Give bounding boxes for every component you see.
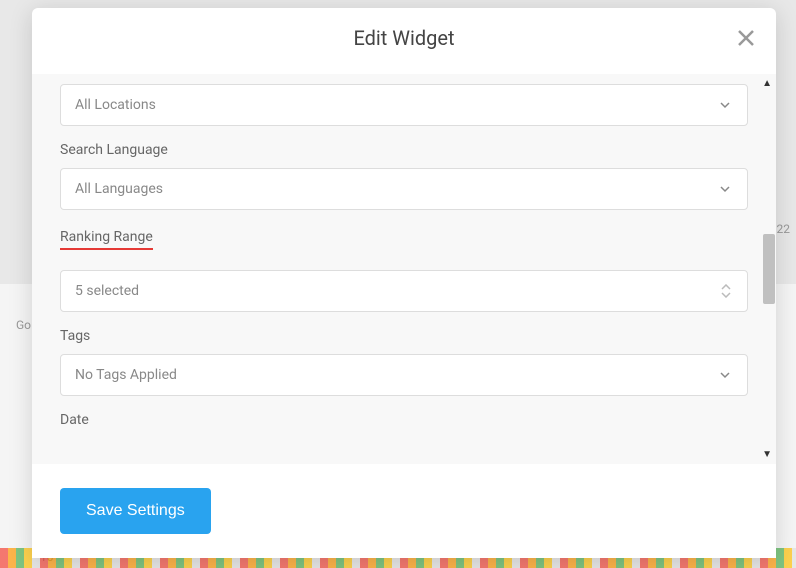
tags-group: Tags No Tags Applied [60,328,748,396]
scroll-down-arrow[interactable]: ▼ [762,449,772,460]
chevron-down-icon [719,99,731,111]
scrollbar-thumb[interactable] [763,234,775,304]
close-button[interactable] [734,26,758,50]
ranking-range-label: Ranking Range [60,229,153,250]
bg-label-left: Go [16,318,31,332]
edit-widget-modal: Edit Widget ▲ ▼ All Locations Search Lan… [32,8,776,558]
stepper-icon [721,284,731,298]
location-value: All Locations [75,97,156,113]
tags-select[interactable]: No Tags Applied [60,354,748,396]
location-select[interactable]: All Locations [60,84,748,126]
chevron-down-icon [719,369,731,381]
modal-footer: Save Settings [32,464,776,558]
date-label-partial: Date [60,412,748,428]
search-language-select[interactable]: All Languages [60,168,748,210]
location-group: All Locations [60,84,748,126]
scroll-up-arrow[interactable]: ▲ [762,78,772,89]
ranking-range-group: Ranking Range 5 selected [60,226,748,312]
modal-body[interactable]: ▲ ▼ All Locations Search Language All La… [32,74,776,464]
search-language-label: Search Language [60,142,748,158]
tags-label: Tags [60,328,748,344]
chevron-down-icon [719,183,731,195]
ranking-range-value: 5 selected [75,283,139,299]
ranking-range-select[interactable]: 5 selected [60,270,748,312]
bg-number-right: 22 [777,222,791,236]
modal-header: Edit Widget [32,8,776,74]
close-icon [737,29,755,47]
modal-title: Edit Widget [353,26,454,50]
search-language-group: Search Language All Languages [60,142,748,210]
tags-value: No Tags Applied [75,367,177,383]
save-settings-button[interactable]: Save Settings [60,488,211,534]
search-language-value: All Languages [75,181,163,197]
